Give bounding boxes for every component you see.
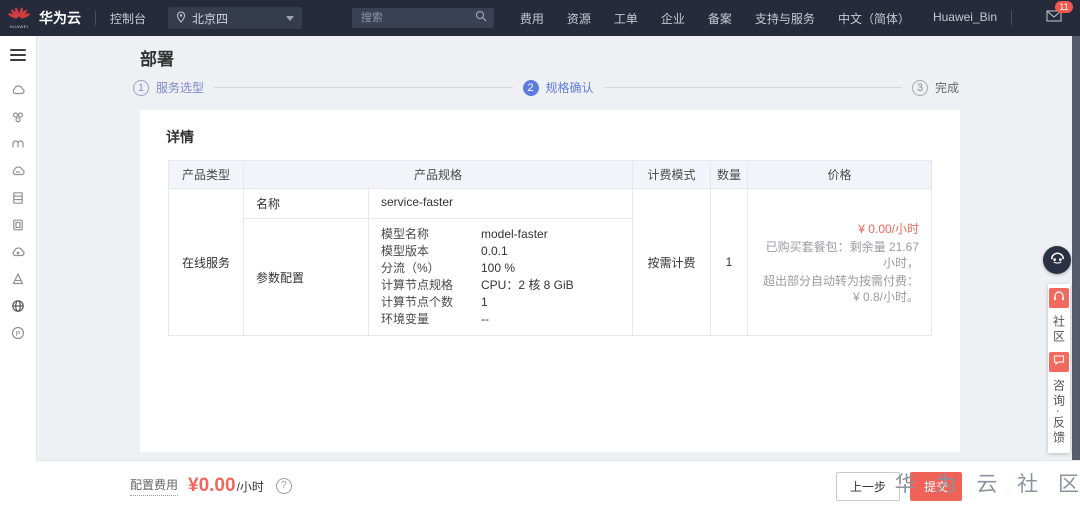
cloud-service-icon[interactable] (10, 162, 27, 179)
previous-step-button[interactable]: 上一步 (835, 471, 900, 501)
left-sidebar: P (0, 36, 37, 511)
headset-icon (1053, 289, 1065, 307)
search-icon[interactable] (475, 9, 487, 27)
ai-cloud-icon[interactable] (10, 81, 27, 98)
header-billing-mode: 计费模式 (633, 161, 711, 188)
header-product-spec: 产品规格 (244, 161, 633, 188)
help-icon[interactable]: ? (275, 478, 292, 494)
step-connector (603, 87, 902, 88)
global-search[interactable] (351, 8, 494, 28)
brand-name[interactable]: 华为云 (39, 8, 81, 28)
menu-item-enterprise[interactable]: 企业 (661, 10, 685, 27)
topbar-menu: 费用 资源 工单 企业 备案 支持与服务 中文（简体） Huawei_Bin (520, 10, 997, 27)
chevron-down-icon (286, 15, 295, 21)
step-3-label: 完成 (935, 81, 960, 95)
robot-icon (1049, 249, 1066, 271)
step-service-selection: 1 服务选型 (133, 79, 204, 96)
menu-icon[interactable] (10, 46, 26, 64)
submit-button[interactable]: 提交 (909, 471, 962, 501)
menu-item-tickets[interactable]: 工单 (614, 10, 638, 27)
feedback-label[interactable]: 咨询·反馈 (1051, 379, 1068, 446)
param-env-vars: 环境变量 -- (381, 312, 489, 326)
gateway-icon[interactable] (10, 135, 27, 152)
menu-item-resources[interactable]: 资源 (567, 10, 591, 27)
cloud-eye-icon[interactable] (10, 243, 27, 260)
step-1-label: 服务选型 (156, 81, 205, 95)
feedback-button[interactable] (1049, 352, 1069, 372)
lab-icon[interactable] (10, 270, 27, 287)
region-value: 北京四 (192, 11, 229, 26)
topbar: HUAWEI 华为云 控制台 北京四 费用 资源 工单 企业 备案 支持与服务 … (0, 0, 1080, 36)
step-spec-confirm: 2 规格确认 (522, 79, 594, 96)
message-count-badge: 11 (1055, 1, 1073, 13)
product-spec-cell: 名称 service-faster 参数配置 模型名称 model-faster… (244, 189, 633, 335)
cluster-icon[interactable] (10, 108, 27, 125)
community-label[interactable]: 社区 (1051, 315, 1068, 345)
spec-table: 产品类型 产品规格 计费模式 数量 价格 在线服务 名称 service-fas… (168, 160, 932, 336)
menu-item-support[interactable]: 支持与服务 (755, 10, 815, 27)
billing-mode-cell: 按需计费 (633, 189, 711, 335)
price-note-line1: 已购买套餐包：剩余量 21.67 小时， (765, 239, 919, 270)
price-value: ¥ 0.00/小时 (858, 221, 919, 236)
step-1-circle: 1 (133, 79, 149, 96)
parking-icon[interactable]: P (10, 324, 27, 341)
side-tools-panel: 社区 咨询·反馈 (1048, 284, 1070, 453)
menu-item-language[interactable]: 中文（简体） (838, 10, 910, 27)
step-complete: 3 完成 (912, 79, 959, 96)
header-product-type: 产品类型 (169, 161, 244, 188)
table-row: 在线服务 名称 service-faster 参数配置 模型名称 model-f… (169, 189, 931, 335)
page-title: 部署 (140, 50, 174, 69)
service-name-label: 名称 (244, 189, 369, 219)
menu-item-billing[interactable]: 费用 (520, 10, 544, 27)
spec-table-header: 产品类型 产品规格 计费模式 数量 价格 (169, 161, 931, 189)
container-icon[interactable] (10, 216, 27, 233)
messages-button[interactable]: 11 (1046, 1, 1073, 27)
param-traffic-split: 分流（%） 100 % (381, 261, 516, 275)
detail-heading: 详情 (166, 129, 194, 145)
topbar-divider (95, 11, 96, 25)
param-list: 模型名称 model-faster 模型版本 0.0.1 分流（%） 100 % (369, 219, 632, 335)
step-2-label: 规格确认 (545, 81, 594, 95)
param-node-count: 计算节点个数 1 (381, 295, 488, 309)
search-input[interactable] (358, 11, 475, 25)
community-button[interactable] (1049, 288, 1069, 308)
config-cost-unit: /小时 (236, 479, 264, 494)
footer-bar: 配置费用 ¥0.00 /小时 ? 上一步 提交 (36, 460, 1080, 511)
step-wizard: 1 服务选型 2 规格确认 3 完成 (133, 79, 959, 96)
param-model-name: 模型名称 model-faster (381, 227, 548, 241)
globe-icon[interactable] (10, 297, 27, 314)
param-model-version: 模型版本 0.0.1 (381, 244, 508, 258)
huawei-flower-icon (8, 7, 30, 24)
param-node-spec: 计算节点规格 CPU：2 核 8 GiB (381, 278, 574, 292)
server-icon[interactable] (10, 189, 27, 206)
assistant-robot-button[interactable] (1043, 246, 1071, 274)
topbar-divider-2 (1011, 11, 1012, 25)
screen: HUAWEI 华为云 控制台 北京四 费用 资源 工单 企业 备案 支持与服务 … (0, 0, 1080, 511)
product-type-cell: 在线服务 (169, 189, 244, 335)
menu-item-icp[interactable]: 备案 (708, 10, 732, 27)
config-cost-value: ¥0.00 (188, 475, 236, 496)
step-3-circle: 3 (912, 79, 928, 96)
step-connector (214, 87, 513, 88)
header-quantity: 数量 (711, 161, 748, 188)
service-name-value: service-faster (369, 189, 632, 219)
console-link[interactable]: 控制台 (110, 10, 146, 27)
quantity-cell: 1 (711, 189, 748, 335)
svg-text:P: P (15, 328, 20, 337)
config-cost-label: 配置费用 (130, 476, 179, 496)
param-config-label: 参数配置 (244, 219, 369, 335)
chat-bubble-icon (1053, 353, 1065, 371)
region-selector[interactable]: 北京四 (168, 7, 303, 29)
price-note-line2: 超出部分自动转为按需付费：¥ 0.8/小时。 (762, 273, 919, 304)
huawei-logo-text: HUAWEI (9, 24, 29, 29)
huawei-logo[interactable]: HUAWEI (8, 7, 30, 29)
detail-card: 详情 产品类型 产品规格 计费模式 数量 价格 在线服务 名称 service-… (140, 110, 960, 452)
step-2-circle: 2 (522, 79, 539, 96)
header-price: 价格 (827, 168, 852, 182)
location-pin-icon (176, 10, 186, 26)
footer-buttons: 上一步 提交 (835, 471, 962, 501)
scrollbar[interactable] (1072, 36, 1080, 460)
menu-item-account[interactable]: Huawei_Bin (933, 10, 997, 27)
price-cell: ¥ 0.00/小时 已购买套餐包：剩余量 21.67 小时， 超出部分自动转为按… (748, 189, 931, 335)
